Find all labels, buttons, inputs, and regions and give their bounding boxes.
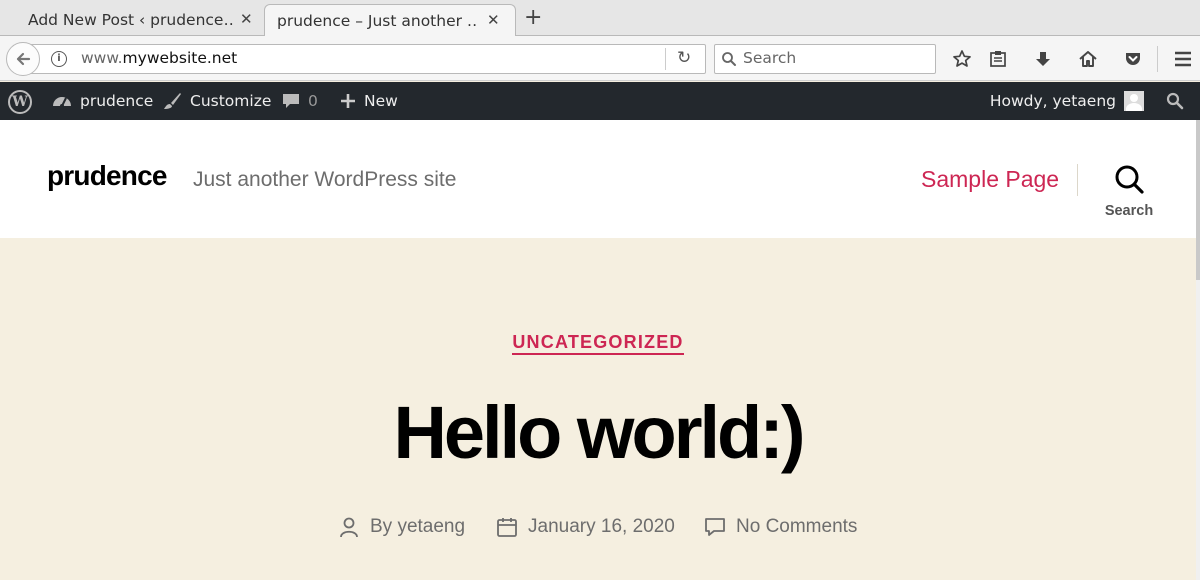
reload-icon[interactable]: ↻ <box>677 48 691 68</box>
post-comments[interactable]: No Comments <box>704 514 857 540</box>
site-name-label: prudence <box>80 92 154 110</box>
date-label: January 16, 2020 <box>528 516 675 537</box>
search-label: Search <box>1104 203 1154 219</box>
category-container: UNCATEGORIZED <box>0 332 1196 355</box>
back-arrow-icon <box>16 52 31 66</box>
admin-bar-account[interactable]: Howdy, yetaeng <box>990 82 1144 120</box>
plus-icon <box>341 94 355 108</box>
home-icon[interactable] <box>1077 48 1099 70</box>
nav-item-sample-page[interactable]: Sample Page <box>921 166 1059 193</box>
entry-header: UNCATEGORIZED Hello world:) By yetaeng J… <box>0 238 1196 580</box>
header-search-toggle[interactable]: Search <box>1100 164 1158 219</box>
comment-icon <box>705 518 725 536</box>
comment-bubble-icon <box>283 94 299 108</box>
star-icon[interactable] <box>951 48 973 70</box>
url-divider <box>665 48 666 70</box>
site-title[interactable]: prudence <box>47 160 167 192</box>
category-link[interactable]: UNCATEGORIZED <box>512 332 684 355</box>
download-icon[interactable] <box>1032 48 1054 70</box>
author-label: By yetaeng <box>370 516 466 537</box>
search-icon <box>1115 165 1144 194</box>
close-icon[interactable]: ✕ <box>487 11 500 29</box>
url-text[interactable]: www.mywebsite.net <box>81 49 237 67</box>
site-header: prudence Just another WordPress site Sam… <box>0 120 1196 238</box>
navigation-toolbar: i www.mywebsite.net ↻ Search <box>0 36 1200 81</box>
user-icon <box>340 517 358 538</box>
comments-label: No Comments <box>736 516 858 537</box>
post-title: Hello world:) <box>393 391 805 474</box>
customize-label: Customize <box>190 92 272 110</box>
menu-icon[interactable] <box>1172 48 1194 70</box>
admin-bar-customize[interactable]: Customize <box>162 82 271 120</box>
info-icon[interactable]: i <box>51 51 67 67</box>
tab-title: prudence – Just another … <box>277 11 477 30</box>
scrollbar-thumb[interactable] <box>1196 120 1200 280</box>
post-author[interactable]: By yetaeng <box>338 514 465 540</box>
post-date[interactable]: January 16, 2020 <box>496 514 675 540</box>
search-icon <box>722 52 736 66</box>
comments-count: 0 <box>308 92 318 110</box>
toolbar-divider <box>1157 46 1158 72</box>
dashboard-icon <box>53 97 71 108</box>
wp-admin-bar: W prudence Customize 0 New Howdy, yetaen… <box>0 82 1200 120</box>
close-icon[interactable]: ✕ <box>240 10 253 28</box>
wordpress-logo-icon[interactable]: W <box>8 90 32 114</box>
new-tab-button[interactable]: + <box>524 4 542 32</box>
search-placeholder: Search <box>743 49 797 67</box>
header-divider <box>1077 164 1078 196</box>
new-label: New <box>364 92 398 110</box>
admin-bar-comments[interactable]: 0 <box>282 82 318 120</box>
calendar-icon <box>497 518 517 537</box>
browser-search-input[interactable]: Search <box>714 44 936 74</box>
tab-title: Add New Post ‹ prudence… <box>28 11 234 29</box>
tab-prudence[interactable]: prudence – Just another … ✕ <box>264 4 516 36</box>
brush-icon <box>164 93 181 109</box>
back-button[interactable] <box>6 42 40 76</box>
admin-bar-site-name[interactable]: prudence <box>52 82 153 120</box>
admin-bar-search-icon[interactable] <box>1166 92 1184 114</box>
url-bar[interactable]: i www.mywebsite.net ↻ <box>24 44 706 74</box>
url-domain: mywebsite.net <box>122 49 238 67</box>
avatar <box>1124 91 1144 111</box>
tab-strip: Add New Post ‹ prudence… ✕ prudence – Ju… <box>0 0 1200 36</box>
url-prefix: www. <box>81 49 123 67</box>
admin-bar-new[interactable]: New <box>340 82 398 120</box>
site-description: Just another WordPress site <box>193 168 457 191</box>
howdy-label: Howdy, yetaeng <box>989 92 1116 110</box>
tab-add-new-post[interactable]: Add New Post ‹ prudence… ✕ <box>0 4 264 36</box>
reading-list-icon[interactable] <box>987 48 1009 70</box>
page-scrollbar[interactable] <box>1196 120 1200 580</box>
pocket-icon[interactable] <box>1122 48 1144 70</box>
